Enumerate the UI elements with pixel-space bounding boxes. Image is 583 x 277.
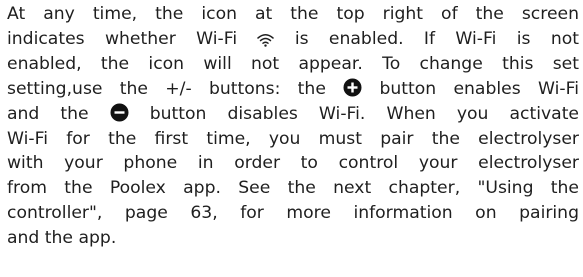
text-line-5: and the button disables Wi-Fi. When you … [7,102,579,127]
text-line-9: controller", page 63, for more informati… [7,203,579,224]
minus-button-icon [110,103,129,122]
text-line-10: and the app. [7,228,117,249]
text-line-4-end: button enables Wi-Fi [379,78,579,99]
wifi-icon [257,33,275,47]
text-line-6: Wi-Fi for the first time, you must pair … [7,128,579,149]
text-line-5-start: and the [7,103,89,124]
text-line-2-start: indicates whether Wi-Fi [7,28,238,49]
text-line-2-end: is enabled. If Wi-Fi is not [294,28,579,49]
text-line-8: from the Poolex app. See the next chapte… [7,178,579,199]
text-line-4-start: setting,use the +/- buttons: the [7,78,326,99]
plus-button-icon [343,78,362,97]
text-line-3: enabled, the icon will not appear. To ch… [7,53,579,74]
text-line-1: At any time, the icon at the top right o… [7,4,579,24]
document-paragraph: At any time, the icon at the top right o… [7,2,579,251]
text-line-7: with your phone in order to control your… [7,153,579,174]
text-line-2: indicates whether Wi-Fi is enabled. If W… [7,27,579,52]
text-line-4: setting,use the +/- buttons: the button … [7,77,579,102]
text-line-5-end: button disables Wi-Fi. When you activate [149,103,580,124]
